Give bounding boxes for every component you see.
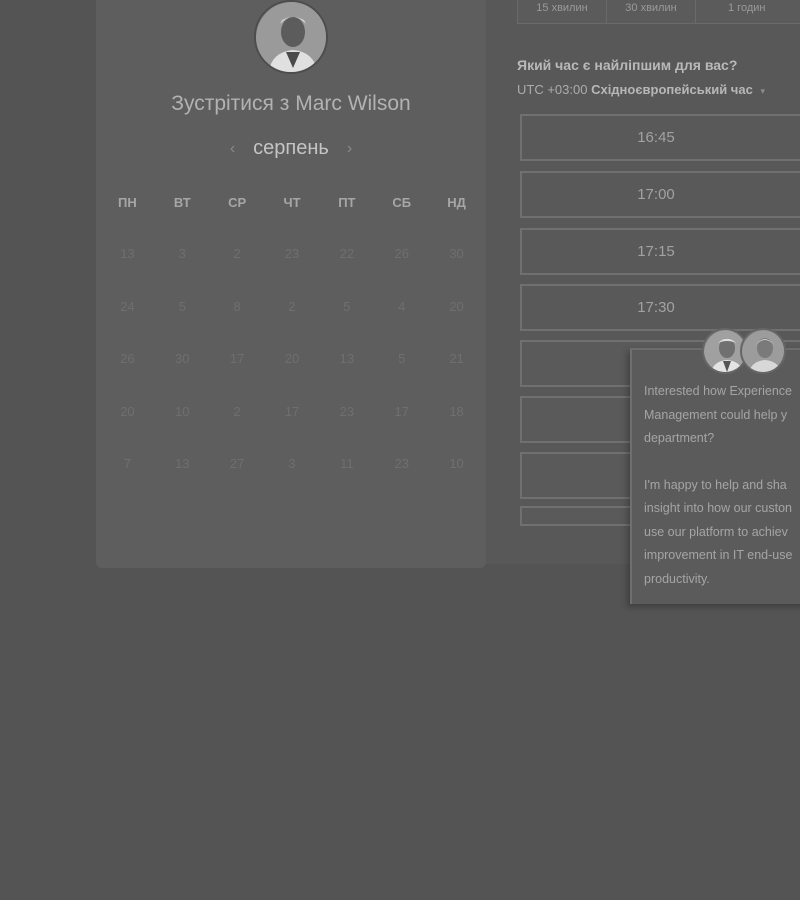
calendar-day[interactable]: 13 xyxy=(100,246,155,299)
calendar-day[interactable]: 7 xyxy=(100,456,155,509)
time-slot-button[interactable]: 17:30 xyxy=(520,284,800,331)
calendar-day[interactable]: 5 xyxy=(155,299,210,352)
calendar-day[interactable]: 5 xyxy=(319,299,374,352)
calendar-day[interactable]: 5 xyxy=(374,351,429,404)
time-slot-button[interactable]: 17:00 xyxy=(520,171,800,218)
calendar-day[interactable]: 27 xyxy=(210,456,265,509)
host-avatar xyxy=(254,0,328,74)
chat-message-line: productivity. xyxy=(644,571,710,586)
timezone-offset: UTC +03:00 xyxy=(517,82,588,97)
tab-1-hour[interactable]: 1 годин xyxy=(696,0,800,23)
weekday-label: СБ xyxy=(392,195,412,210)
calendar-day[interactable]: 4 xyxy=(374,299,429,352)
calendar-day[interactable]: 18 xyxy=(429,404,484,457)
chevron-down-icon: ▾ xyxy=(760,86,765,96)
weekday-label: ПН xyxy=(118,195,137,210)
chat-message-line: insight into how our custon xyxy=(644,501,793,515)
tab-30-minutes[interactable]: 30 хвилин xyxy=(607,0,696,23)
calendar-day[interactable]: 30 xyxy=(429,246,484,299)
calendar-day[interactable]: 17 xyxy=(374,404,429,457)
calendar-day[interactable]: 21 xyxy=(429,351,484,404)
timezone-selector[interactable]: UTC +03:00 Східноєвропейський час ▾ xyxy=(517,82,765,97)
calendar-day[interactable]: 23 xyxy=(265,246,320,299)
calendar-day[interactable]: 8 xyxy=(210,299,265,352)
chat-message-line: Management could help y xyxy=(644,407,788,422)
calendar-day[interactable]: 13 xyxy=(319,351,374,404)
calendar-days-grid: 13 3 2 23 22 26 30 24 5 8 2 5 4 20 26 30 17 20 13 5 21 20 10 2 1… xyxy=(100,246,484,509)
chat-message-line: use our platform to achiev xyxy=(644,524,788,539)
weekday-header: ПН ВТ СР ЧТ ПТ СБ НД xyxy=(100,195,484,210)
calendar-day[interactable]: 22 xyxy=(319,246,374,299)
calendar-day[interactable]: 2 xyxy=(210,404,265,457)
time-slot-button[interactable]: 16:45 xyxy=(520,114,800,161)
calendar-day[interactable]: 30 xyxy=(155,351,210,404)
tab-15-minutes[interactable]: 15 хвилин xyxy=(518,0,607,23)
calendar-day[interactable]: 23 xyxy=(319,404,374,457)
duration-tabs: 15 хвилин 30 хвилин 1 годин xyxy=(517,0,800,24)
best-time-heading: Який час є найліпшим для вас? xyxy=(517,57,738,73)
calendar-day[interactable]: 20 xyxy=(100,404,155,457)
month-label: серпень xyxy=(253,137,329,159)
chat-message-line: improvement in IT end-use xyxy=(644,548,793,562)
calendar-day[interactable]: 17 xyxy=(210,351,265,404)
calendar-day[interactable]: 3 xyxy=(155,246,210,299)
calendar-day[interactable]: 10 xyxy=(155,404,210,457)
calendar-day[interactable]: 11 xyxy=(319,456,374,509)
calendar-day[interactable]: 26 xyxy=(374,246,429,299)
agent-avatar-icon xyxy=(740,328,786,374)
chat-popup[interactable]: Interested how Experience Management cou… xyxy=(630,348,800,604)
calendar-day[interactable]: 20 xyxy=(265,351,320,404)
chevron-right-icon[interactable]: › xyxy=(347,140,352,158)
calendar-day[interactable]: 13 xyxy=(155,456,210,509)
calendar-day[interactable]: 20 xyxy=(429,299,484,352)
meeting-title: Зустрітися з Marc Wilson xyxy=(171,92,411,115)
chat-paragraph-gap xyxy=(644,451,800,474)
chat-message-line: department? xyxy=(644,431,715,445)
calendar-day[interactable]: 10 xyxy=(429,456,484,509)
chat-agents xyxy=(702,328,792,376)
month-navigation: ‹ серпень › xyxy=(96,137,486,160)
weekday-label: СР xyxy=(228,195,247,210)
weekday-label: НД xyxy=(447,195,466,210)
calendar-day[interactable]: 3 xyxy=(265,456,320,509)
calendar-day[interactable]: 23 xyxy=(374,456,429,509)
chat-message-line: I'm happy to help and sha xyxy=(644,477,787,492)
weekday-label: ЧТ xyxy=(283,195,301,210)
calendar-day[interactable]: 24 xyxy=(100,299,155,352)
weekday-label: ВТ xyxy=(173,195,191,210)
chat-message-line: Interested how Experience xyxy=(644,384,793,398)
calendar-day[interactable]: 17 xyxy=(265,404,320,457)
calendar-day[interactable]: 2 xyxy=(265,299,320,352)
time-slot-button[interactable]: 17:15 xyxy=(520,228,800,275)
weekday-label: ПТ xyxy=(338,195,356,210)
chevron-left-icon[interactable]: ‹ xyxy=(230,140,235,158)
calendar-day[interactable]: 2 xyxy=(210,246,265,299)
timezone-name: Східноєвропейський час xyxy=(591,82,753,97)
calendar-day[interactable]: 26 xyxy=(100,351,155,404)
